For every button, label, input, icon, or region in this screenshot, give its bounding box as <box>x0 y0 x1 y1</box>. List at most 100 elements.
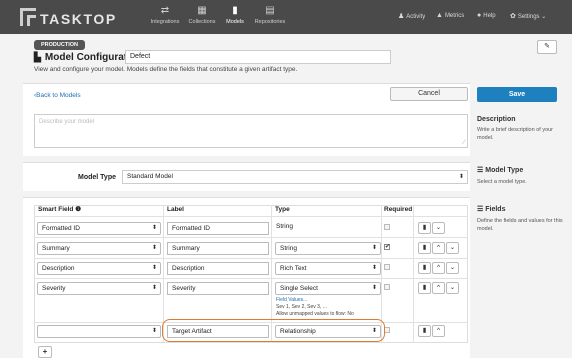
list-icon: ☰ <box>477 206 486 213</box>
trash-icon: ▮ <box>422 284 427 291</box>
type-select[interactable]: Single Select ⬍ <box>275 282 381 295</box>
delete-button[interactable]: ▮ <box>418 242 431 254</box>
metrics-icon: ▲ <box>436 12 443 19</box>
trash-icon: ▮ <box>422 327 427 334</box>
top-nav: TASKTOP ⇄ Integrations ▦ Collections ▮ M… <box>0 0 572 34</box>
move-down-button[interactable]: ⌄ <box>446 282 459 294</box>
required-checkbox[interactable] <box>384 284 390 290</box>
save-button[interactable]: Save <box>477 87 557 102</box>
delete-button[interactable]: ▮ <box>418 222 431 234</box>
logo-mark-inner-icon <box>27 15 36 26</box>
nav-integrations[interactable]: ⇄ Integrations <box>148 3 182 31</box>
move-down-button[interactable]: ⌄ <box>432 222 445 234</box>
list-icon: ☰ <box>477 167 486 174</box>
nav-repositories[interactable]: ▤ Repositories <box>251 3 289 31</box>
move-up-button[interactable]: ^ <box>432 242 445 254</box>
fields-side-title: ☰ Fields <box>477 206 506 213</box>
chevron-down-icon: ⌄ <box>435 224 442 231</box>
nav-activity[interactable]: ♟ Activity <box>398 12 425 20</box>
required-checkbox[interactable]: ✔ <box>384 244 390 250</box>
plus-icon: + <box>42 347 48 356</box>
select-caret-icon: ⬍ <box>371 265 377 271</box>
fields-side-text: Define the fields and values for this mo… <box>477 218 563 232</box>
header-type: Type <box>275 206 290 213</box>
models-icon: ▮ <box>232 5 238 16</box>
add-field-button[interactable]: + <box>38 346 52 358</box>
activity-icon: ♟ <box>398 13 405 20</box>
logo-text: TASKTOP <box>40 11 117 27</box>
select-caret-icon: ⬍ <box>371 285 377 291</box>
integrations-icon: ⇄ <box>160 5 170 16</box>
delete-button[interactable]: ▮ <box>418 282 431 294</box>
chevron-down-icon: ⌄ <box>449 244 456 251</box>
chevron-down-icon: ⌄ <box>449 264 456 271</box>
resize-grip-icon[interactable]: ⟋ <box>462 140 466 147</box>
environment-badge: PRODUCTION <box>34 40 85 50</box>
move-up-button[interactable]: ^ <box>432 262 445 274</box>
label-input[interactable]: Severity <box>167 282 269 295</box>
trash-icon: ▮ <box>422 264 427 271</box>
repositories-icon: ▤ <box>265 5 275 16</box>
select-caret-icon: ⬍ <box>371 245 377 251</box>
nav-models[interactable]: ▮ Models <box>222 3 248 31</box>
description-side-title: Description <box>477 116 516 123</box>
tasktop-logo[interactable]: TASKTOP <box>20 6 138 28</box>
trash-icon: ▮ <box>422 224 427 231</box>
select-caret-icon: ⬍ <box>151 225 157 231</box>
highlight-outline <box>162 319 385 342</box>
header-required: Required <box>384 206 413 213</box>
collections-icon: ▦ <box>197 5 207 16</box>
model-name-input[interactable]: Defect <box>125 50 391 64</box>
chevron-up-icon: ^ <box>436 284 441 291</box>
move-up-button[interactable]: ^ <box>432 325 445 337</box>
delete-button[interactable]: ▮ <box>418 262 431 274</box>
help-icon: ● <box>477 12 482 19</box>
check-icon: ✔ <box>385 244 391 250</box>
description-textarea[interactable]: Describe your model ⟋ <box>34 114 468 148</box>
type-select[interactable]: String ⬍ <box>275 242 381 255</box>
unmapped-values-note: Allow unmapped values to flow: No <box>276 311 354 317</box>
smart-field-select[interactable]: Formatted ID ⬍ <box>37 222 161 235</box>
model-type-side-title: ☰ Model Type <box>477 167 524 174</box>
nav-metrics[interactable]: ▲ Metrics <box>436 12 464 19</box>
nav-settings[interactable]: ✿ Settings ⌄ <box>510 12 546 20</box>
nav-collections[interactable]: ▦ Collections <box>186 3 218 31</box>
file-icon: ▙ <box>34 52 41 62</box>
field-values-link[interactable]: Field Values... <box>276 297 307 303</box>
model-type-select[interactable]: Standard Model ⬍ <box>122 170 468 184</box>
field-values-summary: Sev 1, Sev 2, Sev 3, ... <box>276 304 327 310</box>
label-input[interactable]: Description <box>167 262 269 275</box>
chevron-down-icon: ⌄ <box>449 284 456 291</box>
page-subtitle: View and configure your model. Models de… <box>34 66 298 73</box>
header-smart-field: Smart Field ❶ <box>38 206 82 213</box>
pin-button[interactable]: ✎ <box>537 40 557 54</box>
cancel-button[interactable]: Cancel <box>390 87 468 101</box>
select-caret-icon: ⬍ <box>151 285 157 291</box>
smart-field-select[interactable]: Severity ⬍ <box>37 282 161 295</box>
smart-field-select[interactable]: Description ⬍ <box>37 262 161 275</box>
type-static: String <box>276 223 293 230</box>
smart-field-select[interactable]: Summary ⬍ <box>37 242 161 255</box>
move-up-button[interactable]: ^ <box>432 282 445 294</box>
type-select[interactable]: Rich Text ⬍ <box>275 262 381 275</box>
select-caret-icon: ⬍ <box>151 328 157 334</box>
pin-icon: ✎ <box>544 43 550 50</box>
trash-icon: ▮ <box>422 244 427 251</box>
chevron-up-icon: ^ <box>436 327 441 334</box>
select-caret-icon: ⬍ <box>151 245 157 251</box>
select-caret-icon: ⬍ <box>151 265 157 271</box>
smart-field-select[interactable]: ⬍ <box>37 325 161 338</box>
required-checkbox[interactable] <box>384 264 390 270</box>
delete-button[interactable]: ▮ <box>418 325 431 337</box>
back-to-models-link[interactable]: ‹Back to Models <box>34 92 81 99</box>
required-checkbox[interactable] <box>384 224 390 230</box>
chevron-up-icon: ^ <box>436 264 441 271</box>
model-type-label: Model Type <box>78 174 116 181</box>
label-input[interactable]: Formatted ID <box>167 222 269 235</box>
chevron-up-icon: ^ <box>436 244 441 251</box>
move-down-button[interactable]: ⌄ <box>446 262 459 274</box>
nav-help[interactable]: ● Help <box>477 12 496 19</box>
select-caret-icon: ⬍ <box>458 174 464 180</box>
move-down-button[interactable]: ⌄ <box>446 242 459 254</box>
label-input[interactable]: Summary <box>167 242 269 255</box>
